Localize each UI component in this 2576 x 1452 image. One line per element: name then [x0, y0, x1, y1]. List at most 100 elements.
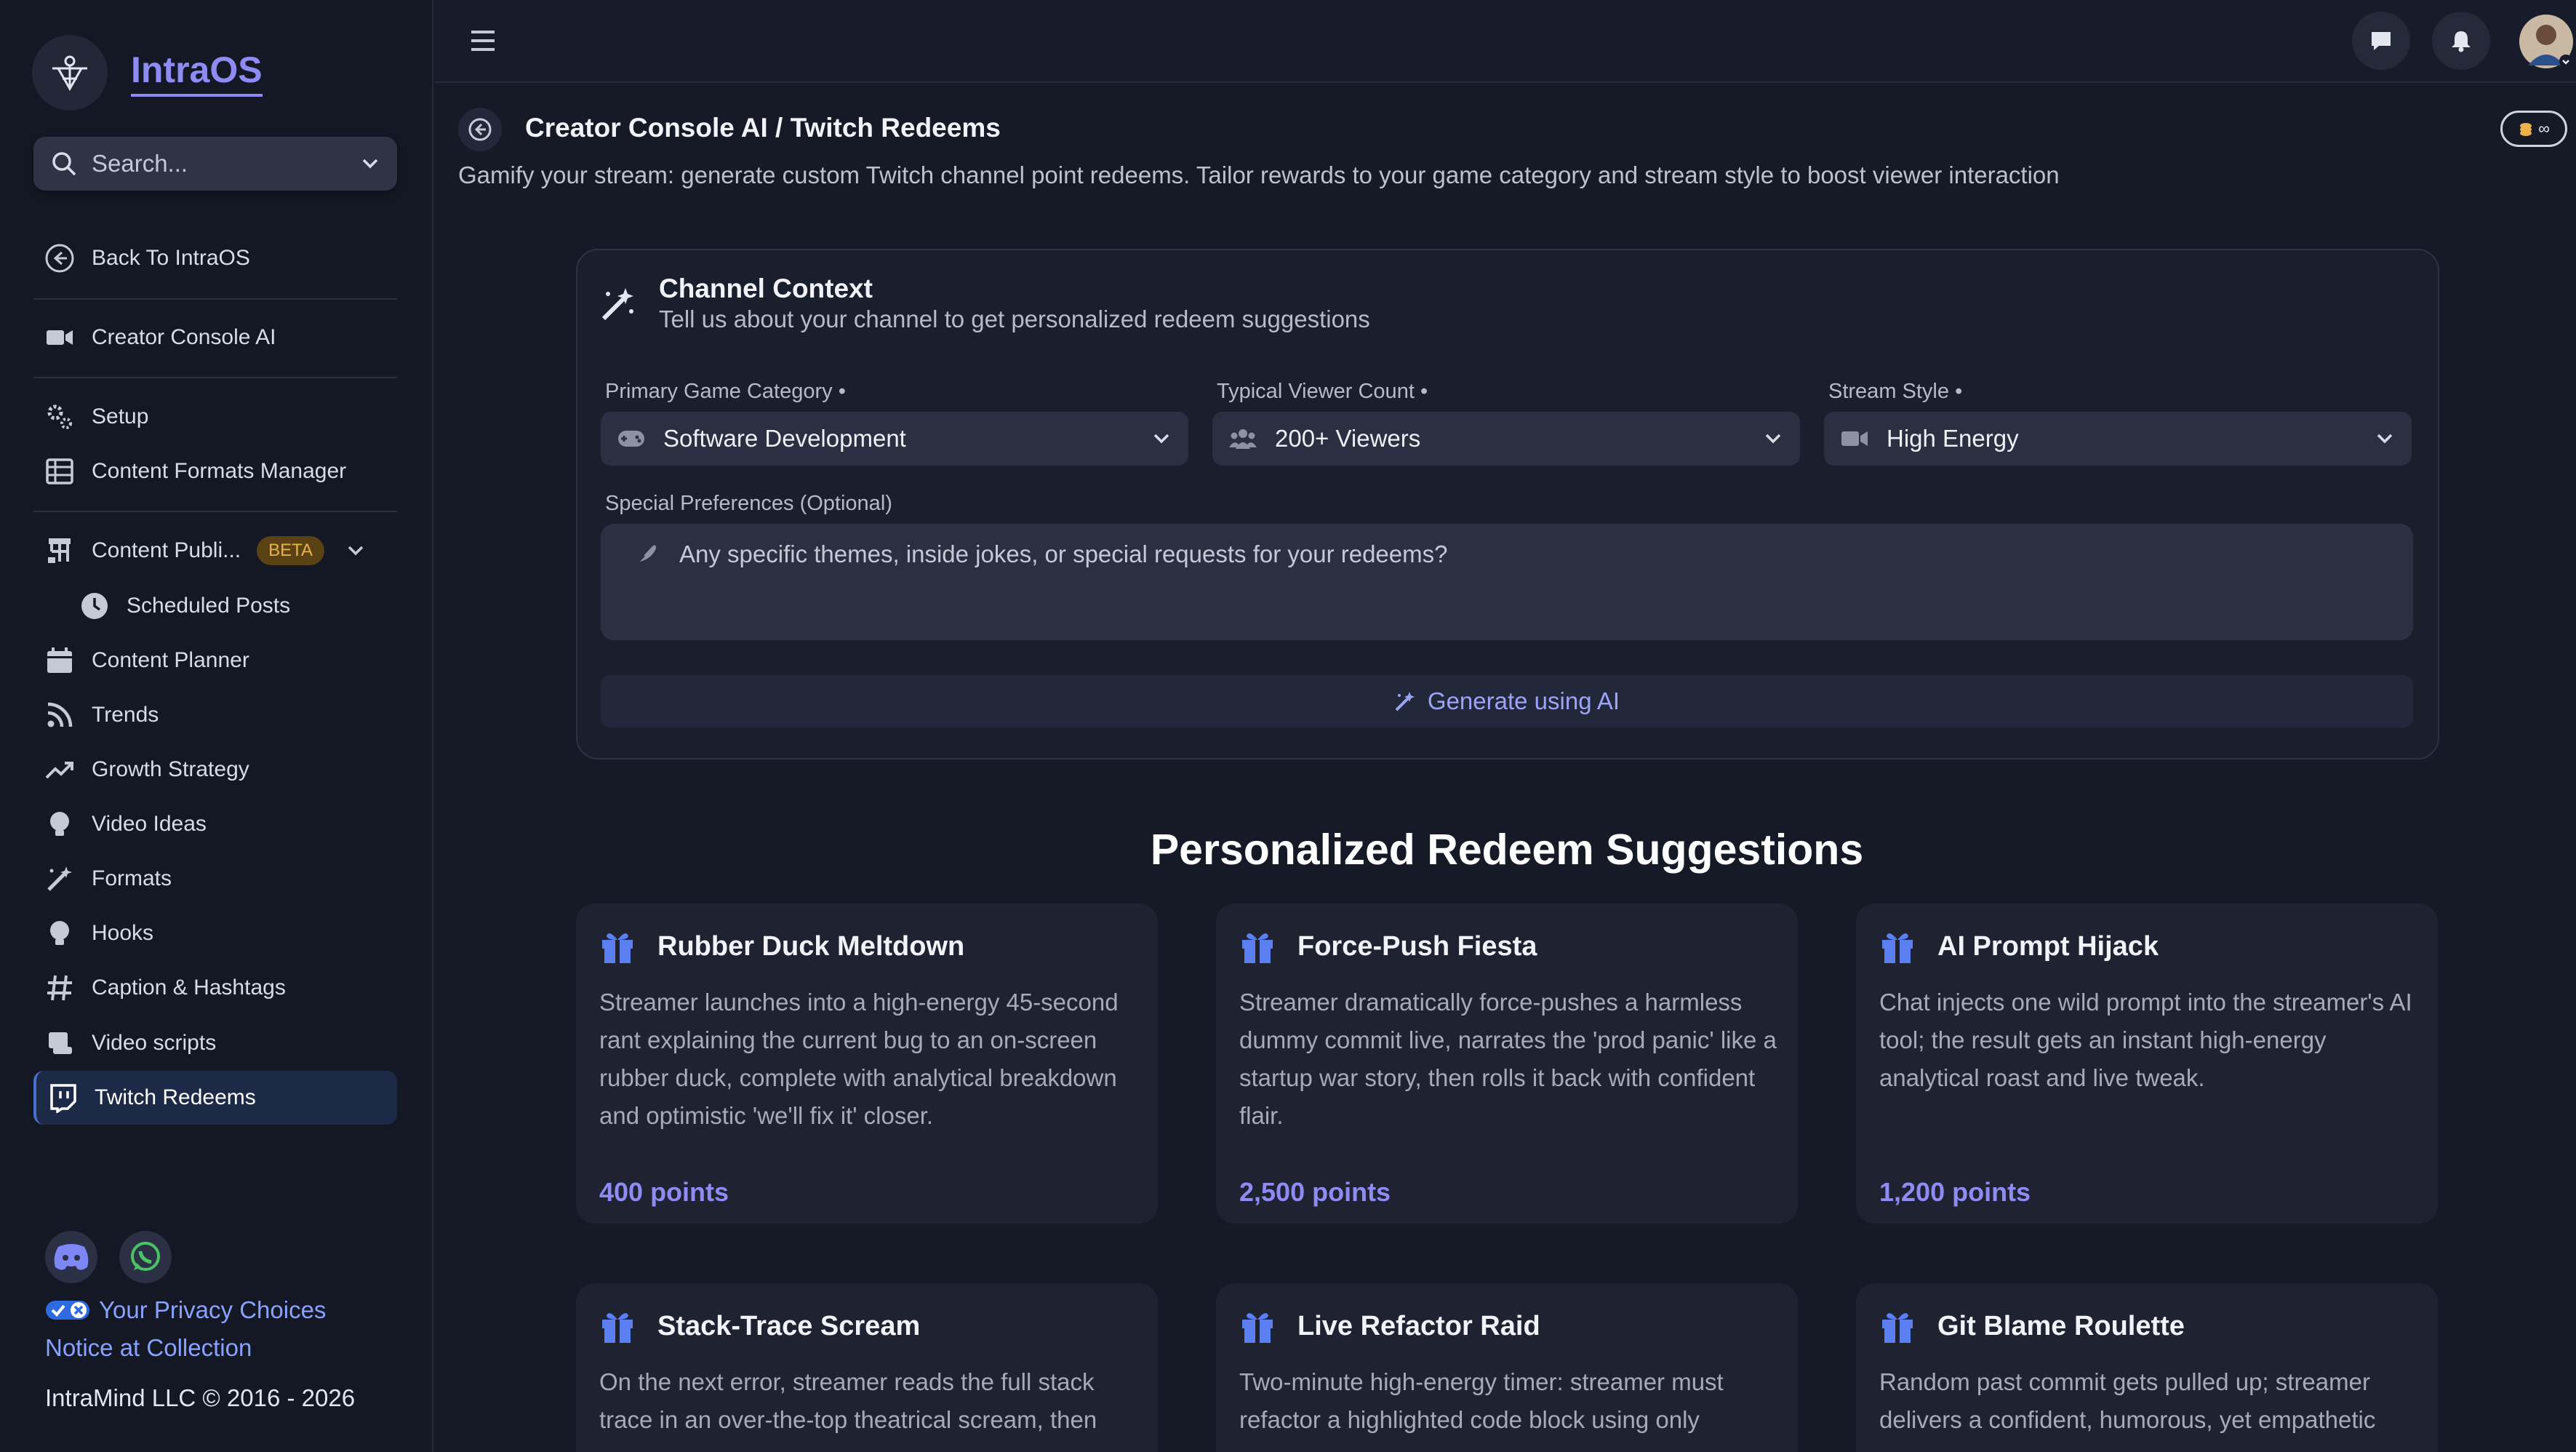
privacy-choices-link[interactable]: Your Privacy Choices [45, 1296, 326, 1324]
back-button[interactable] [458, 108, 502, 151]
sidebar-item-label: Content Planner [92, 648, 249, 672]
credits-badge[interactable]: ∞ [2500, 111, 2567, 147]
sidebar-item-video-ideas[interactable]: Video Ideas [33, 797, 397, 851]
chat-icon[interactable] [2352, 12, 2410, 70]
privacy-choices-label: Your Privacy Choices [99, 1296, 327, 1323]
sidebar-item-caption-hashtags[interactable]: Caption & Hashtags [33, 961, 397, 1015]
panel-title: Channel Context [659, 274, 873, 303]
sidebar-item-hooks[interactable]: Hooks [33, 906, 397, 960]
sidebar-item-content-planner[interactable]: Content Planner [33, 634, 397, 687]
redeem-card[interactable]: Git Blame Roulette Random past commit ge… [1856, 1283, 2438, 1452]
game-category-label: Primary Game Category • [605, 380, 846, 404]
sidebar-item-label: Formats [92, 866, 172, 890]
brand[interactable]: IntraOS [32, 35, 263, 111]
select-value: Software Development [663, 425, 906, 452]
sidebar-item-label: Hooks [92, 921, 154, 945]
card-description: Streamer dramatically force-pushes a har… [1239, 989, 1777, 1129]
card-description: Chat injects one wild prompt into the st… [1879, 989, 2412, 1091]
calendar-icon [44, 645, 76, 677]
viewer-count-select[interactable]: 200+ Viewers [1212, 412, 1800, 466]
required-mark: • [1420, 380, 1428, 403]
sidebar-item-content-publishing[interactable]: Content Publi... BETA [33, 524, 397, 578]
game-category-select[interactable]: Software Development [601, 412, 1188, 466]
field-label-text: Typical Viewer Count [1217, 380, 1415, 403]
divider [33, 377, 397, 378]
whatsapp-icon[interactable] [119, 1231, 172, 1283]
sidebar-item-video-scripts[interactable]: Video scripts [33, 1016, 397, 1070]
bell-icon[interactable] [2432, 12, 2490, 70]
redeem-card[interactable]: Live Refactor Raid Two-minute high-energ… [1216, 1283, 1798, 1452]
sitemap-icon [44, 535, 76, 567]
sidebar-item-setup[interactable]: Setup [33, 390, 397, 444]
sidebar-item-creator-console[interactable]: Creator Console AI [33, 311, 397, 364]
divider [33, 511, 397, 512]
table-icon [44, 455, 76, 487]
sidebar-item-label: Content Publi... [92, 538, 241, 562]
card-description: On the next error, streamer reads the fu… [599, 1368, 1097, 1433]
lightbulb-icon [44, 917, 76, 949]
sidebar-item-content-formats-manager[interactable]: Content Formats Manager [33, 444, 397, 498]
sidebar-item-formats[interactable]: Formats [33, 852, 397, 906]
generate-button[interactable]: Generate using AI [601, 675, 2413, 727]
notice-at-collection-link[interactable]: Notice at Collection [45, 1334, 252, 1362]
gift-icon [602, 933, 633, 963]
search-input[interactable]: Search... [33, 137, 397, 191]
special-preferences-input[interactable]: Any specific themes, inside jokes, or sp… [601, 524, 2413, 640]
sidebar-item-label: Scheduled Posts [127, 594, 291, 618]
sidebar-item-scheduled-posts[interactable]: Scheduled Posts [68, 579, 432, 633]
card-points: 1,200 points [1879, 1177, 2031, 1207]
discord-icon[interactable] [45, 1231, 97, 1283]
sidebar-item-trends[interactable]: Trends [33, 688, 397, 742]
select-value: 200+ Viewers [1275, 425, 1421, 452]
gamepad-icon [618, 431, 644, 447]
beta-badge: BETA [257, 536, 325, 565]
required-mark: • [838, 380, 846, 403]
card-description: Random past commit gets pulled up; strea… [1879, 1368, 2376, 1433]
sidebar-item-label: Trends [92, 703, 159, 727]
redeem-card[interactable]: Rubber Duck Meltdown Streamer launches i… [576, 903, 1158, 1224]
feather-icon [632, 545, 656, 568]
copyright: IntraMind LLC © 2016 - 2026 [45, 1384, 356, 1411]
required-mark: • [1955, 380, 1963, 403]
chevron-down-icon [362, 159, 378, 169]
sidebar-item-label: Caption & Hashtags [92, 976, 286, 1000]
suggestions-title: Personalized Redeem Suggestions [1150, 826, 1864, 874]
redeem-card[interactable]: Force-Push Fiesta Streamer dramatically … [1216, 903, 1798, 1224]
stream-style-select[interactable]: High Energy [1824, 412, 2412, 466]
stream-style-label: Stream Style • [1828, 380, 1962, 404]
card-points: 2,500 points [1239, 1177, 1391, 1207]
chevron-down-icon [2377, 434, 2393, 444]
card-description: Two-minute high-energy timer: streamer m… [1239, 1368, 1724, 1433]
avatar[interactable] [2519, 15, 2573, 68]
gears-icon [44, 401, 76, 433]
card-title: Live Refactor Raid [1297, 1311, 1540, 1341]
field-label-text: Primary Game Category [605, 380, 833, 403]
special-preferences-placeholder: Any specific themes, inside jokes, or sp… [679, 540, 1448, 567]
hashtag-icon [44, 972, 76, 1004]
menu-icon[interactable] [465, 25, 500, 57]
card-title: Rubber Duck Meltdown [657, 931, 965, 962]
chevron-down-icon [1153, 434, 1169, 444]
generate-label: Generate using AI [1427, 687, 1620, 714]
twitch-icon [47, 1082, 79, 1114]
sidebar-item-label: Video scripts [92, 1031, 217, 1055]
divider [33, 298, 397, 300]
search-placeholder: Search... [92, 150, 188, 177]
sidebar-item-twitch-redeems[interactable]: Twitch Redeems [33, 1071, 397, 1125]
trending-up-icon [44, 754, 76, 786]
gift-icon [1882, 933, 1913, 963]
sidebar-item-growth-strategy[interactable]: Growth Strategy [33, 743, 397, 797]
field-label-text: Stream Style [1828, 380, 1949, 403]
gift-icon [1242, 1313, 1273, 1343]
chevron-down-icon[interactable] [345, 540, 367, 562]
magic-wand-icon [44, 863, 76, 895]
gift-icon [1882, 1313, 1913, 1343]
magic-wand-icon [1395, 692, 1415, 711]
lightbulb-icon [44, 808, 76, 840]
page-title: Creator Console AI / Twitch Redeems [525, 113, 1001, 143]
card-title: Stack-Trace Scream [657, 1311, 921, 1341]
redeem-card[interactable]: Stack-Trace Scream On the next error, st… [576, 1283, 1158, 1452]
redeem-card[interactable]: AI Prompt Hijack Chat injects one wild p… [1856, 903, 2438, 1224]
scroll-icon [44, 1027, 76, 1059]
sidebar-item-back[interactable]: Back To IntraOS [33, 231, 397, 285]
